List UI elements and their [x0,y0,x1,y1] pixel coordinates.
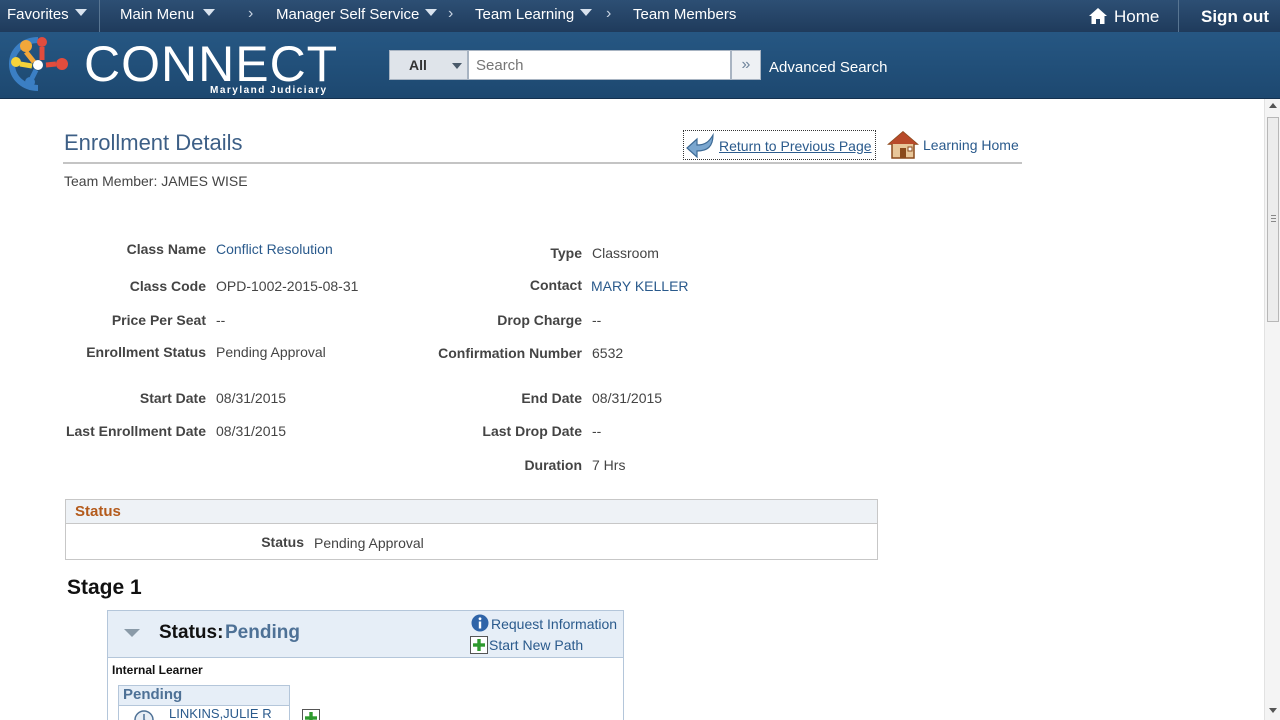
enrollment-status-label: Enrollment Status [86,344,206,360]
home-icon [1089,8,1107,24]
duration-value: 7 Hrs [592,457,626,473]
confirmation-number-label: Confirmation Number [438,345,582,361]
grip-icon [1271,215,1276,222]
breadcrumb-chevron-icon: › [448,5,454,22]
status-section: Status Status Pending Approval [65,499,878,560]
status-value: Pending Approval [314,535,424,551]
status-label: Status [261,534,304,550]
team-learning-label: Team Learning [475,6,575,23]
type-label: Type [550,245,582,261]
manager-self-service-menu[interactable]: Manager Self Service [276,6,438,23]
drop-charge-value: -- [592,312,602,328]
main-menu-label: Main Menu [120,6,195,23]
top-nav-bar: Favorites Main Menu › Manager Self Servi… [0,0,1280,32]
home-label: Home [1114,7,1160,26]
house-icon [887,131,919,159]
manager-self-service-label: Manager Self Service [276,6,420,23]
advanced-search-link[interactable]: Advanced Search [769,59,887,76]
nav-divider [99,0,100,32]
stage-approval-panel: Status: Pending Request Information Star… [107,610,624,720]
start-new-path-label: Start New Path [489,637,584,653]
info-icon [471,614,489,632]
contact-label: Contact [529,277,582,293]
page-title: Enrollment Details [64,130,243,155]
end-date-label: End Date [521,390,582,406]
class-code-label: Class Code [129,278,206,294]
internal-learner-label: Internal Learner [112,663,203,677]
team-members-crumb[interactable]: Team Members [633,6,736,23]
header-banner: CONNECT Maryland Judiciary All » Advance… [0,32,1280,99]
request-information-label: Request Information [491,616,618,632]
chevron-down-icon [203,9,216,16]
return-to-previous-page-label: Return to Previous Page [719,138,872,154]
price-per-seat-value: -- [216,312,226,328]
home-link[interactable]: Home [1088,7,1159,27]
vertical-scrollbar[interactable] [1264,99,1280,720]
stage-status-label: Status: [159,622,224,643]
stage-panel-header: Status: Pending Request Information Star… [108,611,623,658]
last-drop-date-value: -- [592,423,602,439]
start-new-path-link[interactable]: Start New Path [470,636,583,655]
chevron-down-icon [452,63,462,69]
scroll-up-icon[interactable] [1269,103,1277,108]
start-date-label: Start Date [139,390,206,406]
class-name-label: Class Name [126,241,206,257]
scrollbar-thumb[interactable] [1267,117,1279,322]
stage-status-value: Pending [225,622,300,643]
clock-icon [134,710,154,720]
last-enrollment-date-label: Last Enrollment Date [65,423,206,439]
chevron-down-icon [74,9,87,16]
last-enrollment-date-value: 08/31/2015 [216,423,287,439]
search-scope-dropdown[interactable]: All [389,50,468,80]
search-go-button[interactable]: » [731,50,761,80]
title-divider [63,162,1022,164]
approver-name-link[interactable]: LINKINS,JULIE R [169,706,272,720]
pending-approver-box: Pending LINKINS,JULIE R [118,685,290,720]
add-icon [470,636,488,654]
last-drop-date-label: Last Drop Date [482,423,582,439]
status-section-header: Status [66,500,877,524]
start-date-value: 08/31/2015 [216,390,287,406]
learning-home-label: Learning Home [923,137,1019,153]
return-to-previous-page-link[interactable]: Return to Previous Page [683,130,876,160]
duration-label: Duration [524,457,582,473]
contact-link[interactable]: MARY KELLER [591,278,689,294]
collapse-icon[interactable] [124,629,140,637]
end-date-value: 08/31/2015 [592,390,663,406]
confirmation-number-value: 6532 [592,345,624,361]
breadcrumb-chevron-icon: › [606,5,612,22]
class-code-value: OPD-1002-2015-08-31 [216,278,359,294]
connect-logo-icon [8,37,68,91]
chevron-down-icon [580,9,593,16]
scroll-down-icon[interactable] [1269,708,1277,713]
search-input[interactable] [468,50,731,80]
main-menu[interactable]: Main Menu [120,6,216,23]
pending-header: Pending [119,686,289,706]
search-scope-value: All [409,57,427,73]
enrollment-status-value: Pending Approval [216,344,326,360]
nav-divider [1178,0,1179,32]
team-learning-menu[interactable]: Team Learning [475,6,593,23]
return-arrow-icon [686,132,714,159]
request-information-link[interactable]: Request Information [471,614,617,634]
drop-charge-label: Drop Charge [497,312,582,328]
price-per-seat-label: Price Per Seat [111,312,206,328]
status-section-title: Status [75,503,121,520]
breadcrumb-chevron-icon: › [248,5,254,22]
team-member-text: Team Member: JAMES WISE [64,173,248,189]
favorites-menu[interactable]: Favorites [7,6,87,23]
double-chevron-right-icon: » [741,56,751,73]
sign-out-link[interactable]: Sign out [1201,7,1269,27]
stage-title: Stage 1 [67,576,142,599]
add-approver-icon[interactable] [302,709,320,720]
chevron-down-icon [425,9,438,16]
type-value: Classroom [592,245,659,261]
pending-header-label: Pending [123,686,183,703]
class-name-link[interactable]: Conflict Resolution [216,241,333,257]
favorites-label: Favorites [7,6,69,23]
logo-subtitle: Maryland Judiciary [210,85,328,96]
